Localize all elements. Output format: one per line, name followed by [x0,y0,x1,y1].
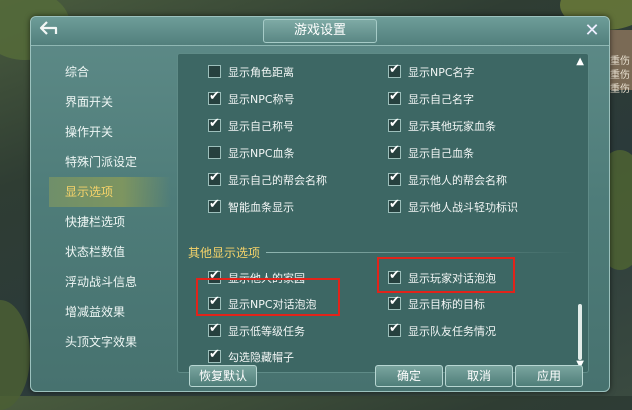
option-label: 显示NPC名字 [408,66,475,79]
back-arrow-icon-svg [39,21,58,35]
close-icon[interactable]: ✕ [581,20,603,42]
checkbox[interactable] [208,347,221,363]
option-label: 显示NPC血条 [228,147,295,160]
option-label: 显示自己称号 [228,120,294,133]
option-label: 显示他人的帮会名称 [408,174,507,187]
section-header-other: 其他显示选项 [188,246,261,260]
checkbox[interactable] [208,197,221,213]
option-label: 显示NPC称号 [228,93,295,106]
sidebar-item-faction-settings[interactable]: 特殊门派设定 [49,147,171,177]
option-label: 显示队友任务情况 [408,325,496,338]
display-options-panel: 显示角色距离 显示NPC名字 显示NPC称号 显示自己名字 显示自己称号 显示其… [177,53,589,373]
highlight-box-player-bubble [377,257,515,293]
sidebar-item-buffs[interactable]: 增减益效果 [49,297,171,327]
bg-status-label: 重伤 [610,70,630,81]
checkbox[interactable] [208,116,221,132]
game-settings-dialog: 游戏设置 ✕ 综合 界面开关 操作开关 特殊门派设定 显示选项 快捷栏选项 状态… [30,16,610,392]
checkbox[interactable] [208,170,221,186]
sidebar-item-combat-text[interactable]: 浮动战斗信息 [49,267,171,297]
highlight-box-npc-bubble [196,278,340,316]
section-divider [266,252,576,253]
sidebar-item-general[interactable]: 综合 [49,57,171,87]
apply-button[interactable]: 应用 [515,365,583,387]
dialog-titlebar: 游戏设置 ✕ [31,17,609,46]
restore-defaults-button[interactable]: 恢复默认 [189,365,257,387]
cancel-button[interactable]: 取消 [445,365,513,387]
option-label: 显示自己血条 [408,147,474,160]
checkbox[interactable] [208,89,221,105]
option-label: 智能血条显示 [228,201,294,214]
checkbox[interactable] [388,143,401,159]
bg-status-label: 重伤 [610,56,630,67]
settings-sidebar: 综合 界面开关 操作开关 特殊门派设定 显示选项 快捷栏选项 状态栏数值 浮动战… [49,57,171,357]
sidebar-item-overhead-text[interactable]: 头顶文字效果 [49,327,171,357]
checkbox[interactable] [388,197,401,213]
scroll-up-icon[interactable]: ▲ [576,56,584,67]
option-label: 显示他人战斗轻功标识 [408,201,518,214]
ok-button[interactable]: 确定 [375,365,443,387]
back-arrow-icon[interactable] [37,20,61,40]
sidebar-item-hotbar-options[interactable]: 快捷栏选项 [49,207,171,237]
sidebar-item-controls[interactable]: 操作开关 [49,117,171,147]
checkbox[interactable] [388,116,401,132]
sidebar-item-ui-toggles[interactable]: 界面开关 [49,87,171,117]
foliage-decoration [0,300,30,410]
checkbox[interactable] [388,62,401,78]
option-label: 显示自己名字 [408,93,474,106]
bg-status-label: 重伤 [610,84,630,95]
option-label: 勾选隐藏帽子 [228,351,294,364]
checkbox[interactable] [208,146,221,159]
scrollbar-thumb[interactable] [578,304,582,360]
checkbox[interactable] [208,321,221,337]
checkbox[interactable] [388,89,401,105]
option-label: 显示角色距离 [228,66,294,79]
option-label: 显示低等级任务 [228,325,305,338]
sidebar-item-status-values[interactable]: 状态栏数值 [49,237,171,267]
checkbox[interactable] [208,65,221,78]
sidebar-item-display-options[interactable]: 显示选项 [49,177,171,207]
checkbox[interactable] [388,294,401,310]
option-label: 显示目标的目标 [408,298,485,311]
option-label: 显示其他玩家血条 [408,120,496,133]
checkbox[interactable] [388,321,401,337]
option-label: 显示自己的帮会名称 [228,174,327,187]
checkbox[interactable] [388,170,401,186]
dialog-title: 游戏设置 [263,19,377,43]
